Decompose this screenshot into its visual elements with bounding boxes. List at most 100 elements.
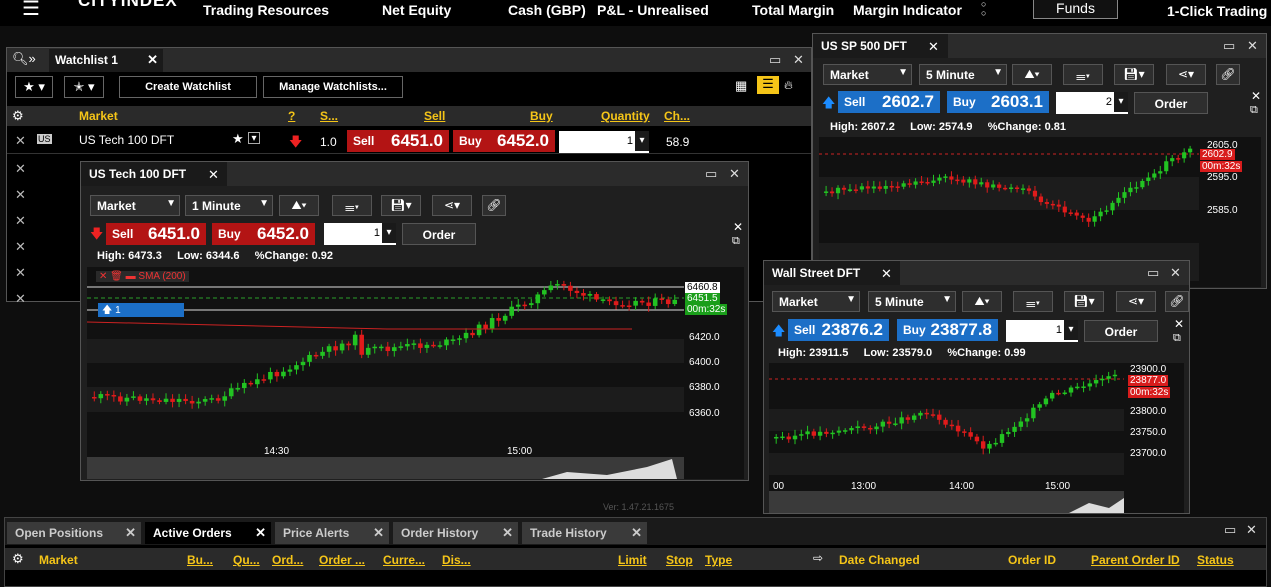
close-icon[interactable]: ✕ bbox=[1251, 89, 1261, 103]
tab-price-alerts[interactable]: Price Alerts ✕ bbox=[275, 522, 389, 544]
maximize-icon[interactable]: ▭ bbox=[1224, 522, 1236, 538]
share-icon[interactable]: ⋖▾ bbox=[1166, 64, 1206, 85]
close-icon[interactable]: ✕ bbox=[793, 52, 804, 68]
close-icon[interactable]: ✕ bbox=[502, 525, 513, 541]
col-status[interactable]: Status bbox=[1197, 553, 1234, 567]
col-type[interactable]: Type bbox=[705, 553, 732, 567]
remove-icon[interactable]: ✕ bbox=[15, 133, 26, 149]
col-order-id[interactable]: Order ID bbox=[1008, 553, 1056, 567]
popout-icon[interactable]: ⧉ bbox=[1173, 332, 1181, 345]
hot-icon[interactable]: 🔥︎ bbox=[784, 78, 793, 93]
col-quantity[interactable]: Quantity bbox=[601, 109, 650, 123]
close-icon[interactable]: ✕ bbox=[1170, 265, 1181, 281]
col-parent-order-id[interactable]: Parent Order ID bbox=[1091, 553, 1180, 567]
sell-button[interactable]: Sell 6451.0 bbox=[347, 130, 449, 152]
popout-icon[interactable]: ⧉ bbox=[1250, 104, 1258, 117]
col-current[interactable]: Curre... bbox=[383, 553, 425, 567]
order-button[interactable]: Order bbox=[402, 223, 476, 245]
tab-trade-history[interactable]: Trade History ✕ bbox=[522, 522, 647, 544]
sell-button[interactable]: Sell 2602.7 bbox=[838, 91, 940, 113]
col-spread[interactable]: S... bbox=[320, 109, 338, 123]
col-order-price[interactable]: Order ... bbox=[319, 553, 365, 567]
maximize-icon[interactable]: ▭ bbox=[1147, 265, 1159, 281]
col-date-changed[interactable]: Date Changed bbox=[839, 553, 920, 567]
buy-button[interactable]: Buy 6452.0 bbox=[453, 130, 555, 152]
tab-sp500[interactable]: US SP 500 DFT ✕ bbox=[813, 34, 948, 58]
close-icon[interactable]: ✕ bbox=[255, 525, 266, 541]
interval-select[interactable]: 1 Minute ▼ bbox=[185, 195, 273, 216]
order-type-select[interactable]: Market ▼ bbox=[823, 64, 912, 85]
drawing-tools-icon[interactable]: ⛰▾ bbox=[279, 195, 319, 216]
maximize-icon[interactable]: ▭ bbox=[705, 166, 717, 182]
save-icon[interactable]: 💾︎▾ bbox=[1114, 64, 1154, 85]
tab-open-positions[interactable]: Open Positions ✕ bbox=[7, 522, 141, 544]
col-market[interactable]: Market bbox=[39, 553, 78, 567]
funds-button[interactable]: Funds bbox=[1033, 0, 1118, 19]
sma-label[interactable]: ✕ 🗑︎ ▬ SMA (200) bbox=[96, 271, 189, 282]
save-icon[interactable]: 💾︎▾ bbox=[381, 195, 421, 216]
interval-select[interactable]: 5 Minute ▼ bbox=[868, 291, 956, 312]
tab-us100[interactable]: US Tech 100 DFT ✕ bbox=[81, 162, 227, 186]
share-icon[interactable]: ⋖▾ bbox=[1116, 291, 1156, 312]
col-info[interactable]: ? bbox=[288, 109, 295, 123]
position-marker[interactable]: 🡅 1 bbox=[98, 303, 184, 317]
candle-type-icon[interactable]: 𝍢▾ bbox=[1013, 291, 1053, 312]
tab-wallst[interactable]: Wall Street DFT ✕ bbox=[764, 261, 900, 285]
settings-icon[interactable]: ⚙ bbox=[12, 108, 24, 124]
tab-active-orders[interactable]: Active Orders ✕ bbox=[145, 522, 271, 544]
order-type-select[interactable]: Market ▼ bbox=[772, 291, 860, 312]
list-view-icon[interactable]: ☰ bbox=[757, 76, 779, 94]
col-change[interactable]: Ch... bbox=[664, 109, 690, 123]
buy-button[interactable]: Buy 23877.8 bbox=[897, 319, 998, 341]
close-icon[interactable]: ✕ bbox=[208, 167, 219, 183]
favorite-icon[interactable]: ★ bbox=[232, 131, 244, 147]
close-icon[interactable]: ✕ bbox=[1247, 38, 1258, 54]
drawing-tools-icon[interactable]: ⛰▾ bbox=[1012, 64, 1052, 85]
sell-button[interactable]: Sell 23876.2 bbox=[788, 319, 889, 341]
buy-button[interactable]: Buy 2603.1 bbox=[947, 91, 1049, 113]
wallst-chart[interactable]: 23900.0 23877.0 00m:32s 23800.0 23750.0 … bbox=[769, 363, 1184, 513]
col-order-type[interactable]: Ord... bbox=[272, 553, 303, 567]
interval-select[interactable]: 5 Minute ▼ bbox=[919, 64, 1007, 85]
price-chart[interactable] bbox=[769, 363, 1184, 513]
col-quantity[interactable]: Qu... bbox=[233, 553, 260, 567]
col-distance[interactable]: Dis... bbox=[442, 553, 471, 567]
col-stop[interactable]: Stop bbox=[666, 553, 693, 567]
export-icon[interactable]: ⇨ bbox=[813, 551, 823, 565]
close-icon[interactable]: ✕ bbox=[881, 266, 892, 282]
grid-view-icon[interactable]: ▦ bbox=[735, 78, 747, 94]
menu-icon[interactable]: ☰ bbox=[22, 0, 40, 21]
save-icon[interactable]: 💾︎▾ bbox=[1064, 291, 1104, 312]
close-icon[interactable]: ✕ bbox=[1174, 317, 1184, 331]
us100-chart[interactable]: ✕ 🗑︎ ▬ SMA (200) 🡅 1 6460.8 6451.5 00m:3… bbox=[86, 267, 744, 479]
candle-type-icon[interactable]: 𝍢▾ bbox=[1063, 64, 1103, 85]
order-button[interactable]: Order bbox=[1134, 92, 1208, 114]
maximize-icon[interactable]: ▭ bbox=[769, 52, 781, 68]
col-sell[interactable]: Sell bbox=[424, 109, 445, 123]
close-icon[interactable]: ✕ bbox=[733, 220, 743, 234]
popout-icon[interactable]: ⧉ bbox=[732, 235, 740, 248]
star-add-button[interactable]: ✭ ▾ bbox=[64, 76, 104, 98]
tab-order-history[interactable]: Order History ✕ bbox=[393, 522, 518, 544]
share-icon[interactable]: ⋖▾ bbox=[432, 195, 472, 216]
col-buy[interactable]: Buy bbox=[530, 109, 553, 123]
col-market[interactable]: Market bbox=[79, 109, 118, 123]
one-click-trading-toggle[interactable]: 1-Click Trading bbox=[1167, 3, 1267, 19]
close-icon[interactable]: ✕ bbox=[928, 39, 939, 55]
manage-watchlists-button[interactable]: Manage Watchlists... bbox=[263, 76, 403, 98]
quantity-input[interactable]: 1 ▾ bbox=[1006, 320, 1078, 342]
candle-type-icon[interactable]: 𝍢▾ bbox=[332, 195, 372, 216]
quantity-input[interactable]: 2 ▾ bbox=[1056, 92, 1128, 114]
close-icon[interactable]: ✕ bbox=[1246, 522, 1257, 538]
trading-resources-menu[interactable]: Trading Resources bbox=[203, 2, 329, 18]
close-icon[interactable]: ✕ bbox=[373, 525, 384, 541]
order-type-select[interactable]: Market ▼ bbox=[90, 195, 180, 216]
sell-button[interactable]: Sell 6451.0 bbox=[106, 223, 206, 245]
price-chart[interactable] bbox=[86, 267, 744, 479]
link-icon[interactable]: 🔗︎ bbox=[482, 195, 506, 216]
col-buy-sell[interactable]: Bu... bbox=[187, 553, 213, 567]
star-button[interactable]: ★ ▾ bbox=[15, 76, 53, 98]
order-button[interactable]: Order bbox=[1084, 320, 1158, 342]
link-icon[interactable]: 🔗︎ bbox=[1216, 64, 1240, 85]
search-icon[interactable]: 🔍︎» bbox=[12, 51, 36, 67]
